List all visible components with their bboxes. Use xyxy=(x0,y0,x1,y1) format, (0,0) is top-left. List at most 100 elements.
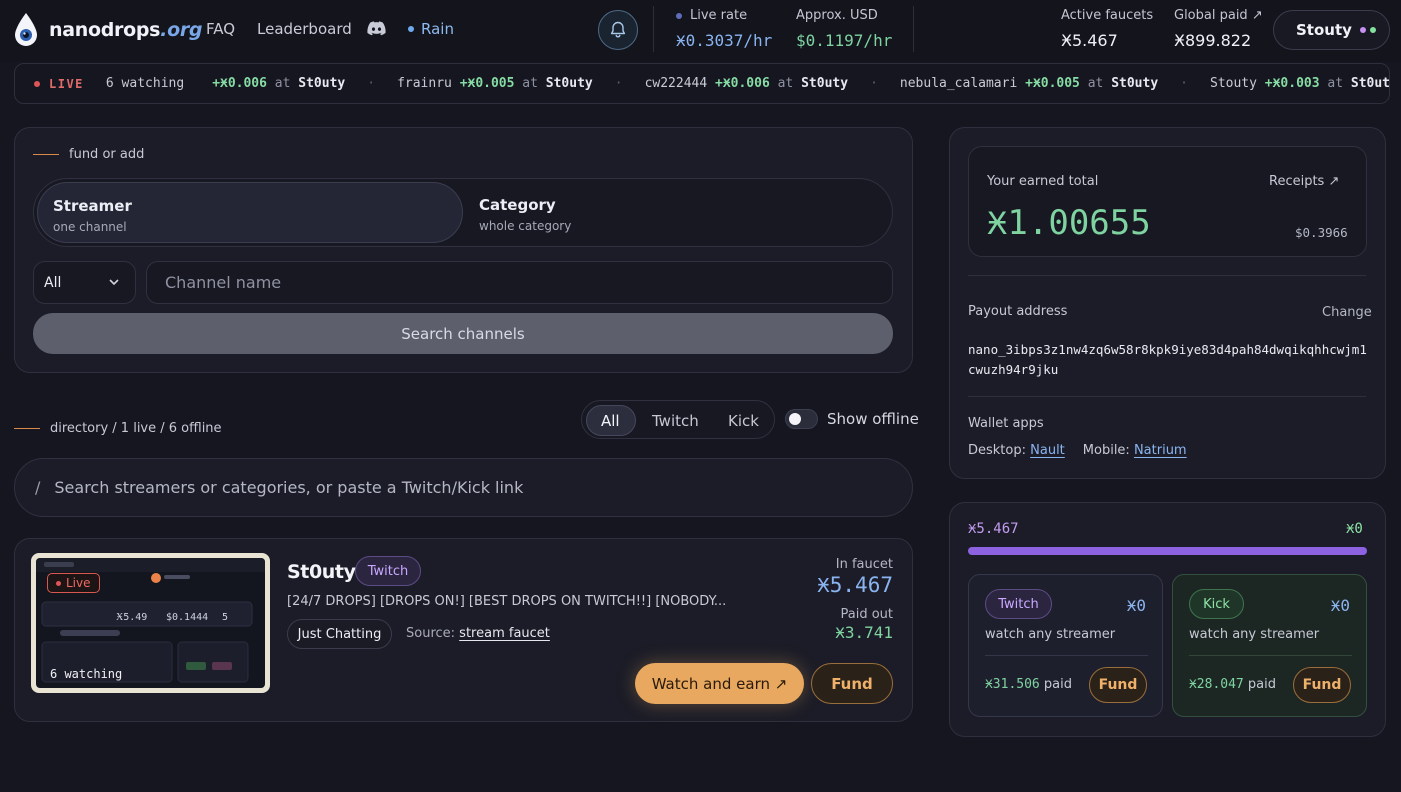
kick-pool-amount: Ӿ0 xyxy=(1330,596,1350,615)
live-rate-label: Live rate xyxy=(676,8,747,23)
twitch-pool-card: Twitch Ӿ0 watch any streamer Ӿ31.506 pai… xyxy=(968,574,1163,717)
logo-text: nanodrops.org xyxy=(49,19,203,41)
nav-leaderboard[interactable]: Leaderboard xyxy=(257,20,352,38)
category-option-title: Category xyxy=(479,196,556,214)
directory-search-input[interactable]: / Search streamers or categories, or pas… xyxy=(14,458,913,517)
payout-address-label: Payout address xyxy=(968,304,1068,319)
droplet-eye-icon xyxy=(15,13,37,46)
ticker-item: cw222444 +Ӿ0.006 at St0uty xyxy=(644,76,849,91)
pool-total-value: Ӿ5.467 xyxy=(968,521,1019,537)
ticker-item: Stouty +Ӿ0.003 at St0uty xyxy=(1210,76,1390,91)
twitch-pool-badge: Twitch xyxy=(985,589,1052,619)
divider xyxy=(653,6,654,52)
source-info: Source: stream faucet xyxy=(406,626,550,641)
change-address-button[interactable]: Change xyxy=(1322,305,1372,320)
divider xyxy=(1189,655,1352,656)
svg-text:Ӿ5.49: Ӿ5.49 xyxy=(116,612,147,623)
twitch-pool-desc: watch any streamer xyxy=(985,627,1116,642)
thumbnail-live-badge: Live xyxy=(47,573,100,593)
fund-section-label: fund or add xyxy=(33,147,144,162)
fund-twitch-pool-button[interactable]: Fund xyxy=(1089,667,1147,703)
bell-icon xyxy=(610,21,626,38)
live-rate-dot-icon xyxy=(676,12,682,19)
approx-usd-label: Approx. USD xyxy=(796,8,878,23)
natrium-link[interactable]: Natrium xyxy=(1134,443,1187,458)
channel-name-input[interactable]: Channel name xyxy=(146,261,893,304)
fund-streamer-button[interactable]: Fund xyxy=(811,663,893,704)
svg-text:5: 5 xyxy=(222,612,228,623)
global-paid-link[interactable]: Global paid ↗ xyxy=(1174,8,1263,23)
stream-thumbnail[interactable]: Ӿ5.49 $0.1444 5 Live 6 watching xyxy=(31,553,270,693)
activity-ticker: LIVE 6 watching +Ӿ0.006 at St0uty · frai… xyxy=(14,63,1390,104)
username: Stouty xyxy=(1296,21,1352,39)
nault-link[interactable]: Nault xyxy=(1030,443,1065,458)
pool-progress-bar xyxy=(968,547,1367,555)
filter-all[interactable]: All xyxy=(601,412,620,430)
category-option[interactable]: Category whole category xyxy=(463,182,890,243)
streamer-option-sub: one channel xyxy=(53,220,127,234)
wallet-apps-label: Wallet apps xyxy=(968,416,1044,431)
paid-out-value: Ӿ3.741 xyxy=(835,623,893,642)
platform-filter: All Twitch Kick xyxy=(581,400,775,439)
status-dot-green xyxy=(1369,27,1376,33)
ticker-separator: · xyxy=(870,76,878,91)
kick-pool-paid: Ӿ28.047 paid xyxy=(1189,677,1276,692)
global-paid-value: Ӿ899.822 xyxy=(1174,31,1252,50)
active-faucets-label: Active faucets xyxy=(1061,8,1154,23)
in-faucet-label: In faucet xyxy=(835,557,893,572)
streamer-option[interactable]: Streamer one channel xyxy=(37,182,463,243)
thumbnail-watching: 6 watching xyxy=(50,667,123,681)
top-bar: nanodrops.org FAQ Leaderboard Rain Live … xyxy=(0,0,1401,62)
notifications-button[interactable] xyxy=(598,10,638,50)
pool-remaining-value: Ӿ0 xyxy=(1346,521,1363,537)
earned-total-value: Ӿ1.00655 xyxy=(987,203,1151,243)
pool-progress-fill xyxy=(968,547,1367,555)
kick-pool-desc: watch any streamer xyxy=(1189,627,1320,642)
show-offline-toggle[interactable] xyxy=(785,409,818,429)
filter-kick[interactable]: Kick xyxy=(728,412,759,430)
ticker-item: nebula_calamari +Ӿ0.005 at St0uty xyxy=(899,76,1159,91)
ticker-separator: · xyxy=(614,76,623,91)
payout-address: nano_3ibps3z1nw4zq6w58r8kpk9iye83d4pah84… xyxy=(968,342,1367,377)
live-dot-icon xyxy=(34,80,40,87)
ticker-items: +Ӿ0.006 at St0uty · frainru +Ӿ0.005 at S… xyxy=(212,76,1390,91)
paid-out-label: Paid out xyxy=(840,607,893,622)
ticker-item: frainru +Ӿ0.005 at St0uty xyxy=(397,76,593,91)
user-menu-button[interactable]: Stouty xyxy=(1273,10,1390,50)
kick-pool-card: Kick Ӿ0 watch any streamer Ӿ28.047 paid … xyxy=(1172,574,1367,717)
wallet-apps-links: Desktop: Nault Mobile: Natrium xyxy=(968,443,1187,458)
discord-icon[interactable] xyxy=(367,21,386,36)
filter-twitch[interactable]: Twitch xyxy=(652,412,699,430)
status-dot-purple xyxy=(1359,27,1366,33)
live-indicator: LIVE xyxy=(34,77,84,91)
rain-dot-icon xyxy=(408,26,414,32)
in-faucet-value: Ӿ5.467 xyxy=(817,573,893,597)
streamer-name[interactable]: St0uty xyxy=(287,561,356,583)
live-dot-icon xyxy=(56,580,61,586)
twitch-pool-amount: Ӿ0 xyxy=(1126,596,1146,615)
category-option-sub: whole category xyxy=(479,219,572,233)
receipts-link[interactable]: Receipts ↗ xyxy=(1269,174,1339,189)
nav-faq[interactable]: FAQ xyxy=(206,20,235,38)
fund-kick-pool-button[interactable]: Fund xyxy=(1293,667,1351,703)
earned-total-usd: $0.3966 xyxy=(1295,225,1348,240)
platform-select[interactable]: All xyxy=(33,261,136,304)
ticker-separator: · xyxy=(1180,76,1188,91)
directory-label: directory / 1 live / 6 offline xyxy=(14,421,222,436)
category-chip[interactable]: Just Chatting xyxy=(287,619,392,649)
earned-total-card: Your earned total Receipts ↗ Ӿ1.00655 $0… xyxy=(968,146,1367,257)
logo[interactable]: nanodrops.org xyxy=(13,12,203,48)
twitch-pool-paid: Ӿ31.506 paid xyxy=(985,677,1072,692)
fund-type-toggle: Streamer one channel Category whole cate… xyxy=(33,178,893,247)
watching-count: 6 watching xyxy=(105,76,185,91)
nav-rain[interactable]: Rain xyxy=(408,20,454,38)
active-faucets-value: Ӿ5.467 xyxy=(1061,31,1118,50)
divider xyxy=(985,655,1148,656)
svg-text:$0.1444: $0.1444 xyxy=(166,612,208,623)
platform-badge-twitch: Twitch xyxy=(355,556,421,586)
source-link[interactable]: stream faucet xyxy=(459,626,550,641)
earned-total-label: Your earned total xyxy=(987,174,1099,189)
search-channels-button[interactable]: Search channels xyxy=(33,313,893,354)
watch-and-earn-button[interactable]: Watch and earn ↗ xyxy=(635,663,804,704)
divider xyxy=(968,396,1366,397)
